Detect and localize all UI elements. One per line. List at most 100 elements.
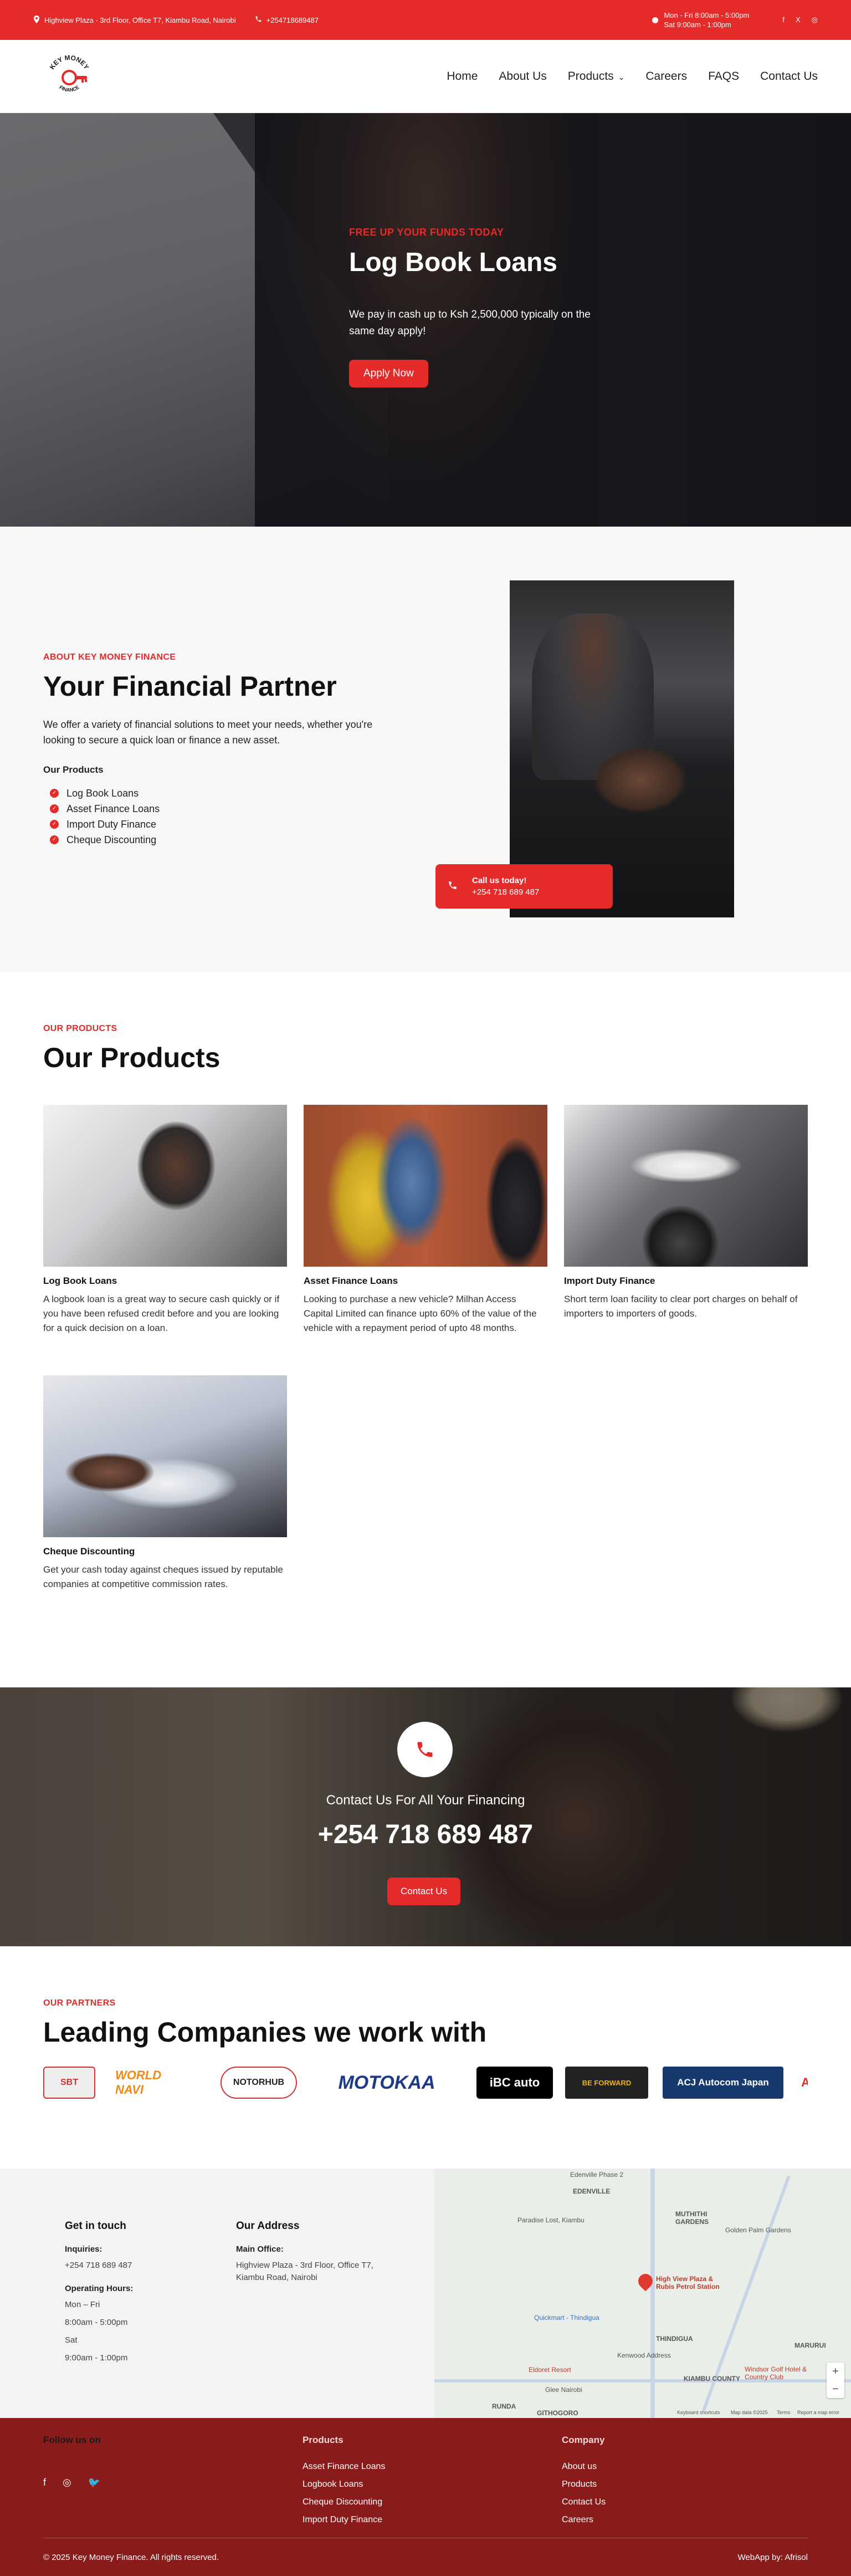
product-image-wheel	[642, 1205, 719, 1267]
footer-link[interactable]: Cheque Discounting	[303, 2493, 385, 2511]
apply-now-button[interactable]: Apply Now	[349, 360, 428, 387]
footer-link[interactable]: Products	[562, 2476, 606, 2493]
product-card-asset-finance[interactable]: Asset Finance Loans Looking to purchase …	[304, 1105, 547, 1335]
developer-credit[interactable]: WebApp by: Afrisol	[738, 2553, 808, 2562]
banner-phone[interactable]: +254 718 689 487	[0, 1819, 851, 1850]
footer-link[interactable]: Contact Us	[562, 2493, 606, 2511]
product-desc: Looking to purchase a new vehicle? Milha…	[304, 1294, 537, 1333]
nav-contact-us[interactable]: Contact Us	[760, 70, 818, 83]
map-label: Golden Palm Gardens	[725, 2226, 791, 2234]
about-products-list: ✓ Log Book Loans ✓ Asset Finance Loans ✓ Im…	[43, 785, 398, 848]
footer-company-title: Company	[562, 2435, 605, 2445]
product-card-cheque-discounting[interactable]: Cheque Discounting Get your cash today a…	[43, 1375, 287, 1591]
footer-social: f ◎ 🐦	[43, 2477, 101, 2488]
call-card-title: Call us today!	[472, 876, 527, 885]
instagram-icon[interactable]: ◎	[63, 2477, 71, 2488]
product-desc: A logbook loan is a great way to secure …	[43, 1294, 280, 1333]
footer-link[interactable]: Asset Finance Loans	[303, 2458, 385, 2476]
twitter-icon[interactable]: 🐦	[88, 2477, 100, 2488]
footer-link[interactable]: Logbook Loans	[303, 2476, 385, 2493]
footer-link[interactable]: Import Duty Finance	[303, 2511, 385, 2529]
map-attribution: Map data ©2025	[731, 2410, 768, 2415]
hours-label: Operating Hours:	[65, 2284, 134, 2293]
hero-content: FREE UP YOUR FUNDS TODAY Log Book Loans …	[349, 227, 604, 387]
facebook-icon[interactable]: f	[782, 16, 785, 24]
about-title: Your Financial Partner	[43, 671, 337, 702]
partner-logo: MOTOKAA	[338, 2072, 435, 2093]
map-attribution[interactable]: Terms	[777, 2410, 791, 2415]
topbar-phone[interactable]: +254718689487	[255, 16, 319, 24]
brand-logo[interactable]: KEY MONEY FINANCE	[42, 49, 97, 104]
partner-logo: NOTORHUB	[221, 2067, 297, 2099]
product-name: Import Duty Finance	[564, 1276, 655, 1286]
partner-logo: ACJ Autocom Japan	[663, 2067, 783, 2099]
zoom-out-icon[interactable]: −	[827, 2380, 844, 2398]
address-title: Our Address	[236, 2220, 300, 2232]
map-label: Quickmart - Thindigua	[534, 2314, 599, 2322]
nav-products[interactable]: Products ⌄	[568, 70, 625, 83]
banner-text: Contact Us For All Your Financing	[326, 1793, 525, 1808]
contact-us-button[interactable]: Contact Us	[387, 1878, 461, 1905]
check-icon: ✓	[50, 820, 59, 829]
footer-follow: Follow us on f ◎ 🐦	[43, 2435, 101, 2488]
map-label: Paradise Lost, Kiambu	[517, 2216, 585, 2224]
footer-address: Our Address Main Office: Highview Plaza …	[236, 2220, 397, 2284]
map-label: Eldoret Resort	[529, 2366, 571, 2374]
location-map[interactable]: Edenville Phase 2 EDENVILLE MUTHITHI GAR…	[434, 2169, 851, 2418]
products-section: OUR PRODUCTS Our Products Log Book Loans…	[0, 972, 851, 1687]
product-image-hands	[65, 1453, 154, 1492]
phone-icon	[397, 1722, 453, 1777]
partners-kicker: OUR PARTNERS	[43, 1998, 116, 2008]
x-twitter-icon[interactable]: X	[796, 16, 801, 24]
list-item-label: Asset Finance Loans	[66, 803, 160, 814]
footer-get-in-touch: Get in touch Inquiries: +254 718 689 487…	[65, 2220, 133, 2364]
topbar-address: Highview Plaza - 3rd Floor, Office T7, K…	[33, 15, 236, 25]
product-image-import-duty	[564, 1105, 808, 1267]
top-bar: Highview Plaza - 3rd Floor, Office T7, K…	[0, 0, 851, 40]
call-card-phone: +254 718 689 487	[472, 887, 540, 897]
zoom-in-icon[interactable]: +	[827, 2363, 844, 2380]
product-card-logbook[interactable]: Log Book Loans A logbook loan is a great…	[43, 1105, 287, 1335]
partner-logo: iBC auto	[476, 2067, 553, 2099]
map-zoom-controls[interactable]: + −	[827, 2363, 844, 2398]
topbar-social: f X ◎	[782, 16, 818, 24]
map-label: MUTHITHI GARDENS	[675, 2210, 709, 2226]
product-image-figure	[137, 1121, 215, 1210]
call-us-card[interactable]: Call us today! +254 718 689 487	[435, 864, 613, 909]
inquiries-value[interactable]: +254 718 689 487	[65, 2259, 133, 2272]
nav-products-label: Products	[567, 70, 614, 83]
instagram-icon[interactable]: ◎	[812, 16, 818, 24]
nav-faqs[interactable]: FAQS	[708, 70, 739, 83]
product-card-import-duty[interactable]: Import Duty Finance Short term loan faci…	[564, 1105, 808, 1321]
partner-logo-partial: A	[801, 2075, 808, 2089]
footer-company: Company About us Products Contact Us Car…	[562, 2435, 606, 2529]
office-value: Highview Plaza - 3rd Floor, Office T7, K…	[236, 2261, 373, 2282]
nav-about-us[interactable]: About Us	[499, 70, 546, 83]
partner-logo: BE FORWARD	[565, 2067, 648, 2099]
partners-section: OUR PARTNERS Leading Companies we work w…	[0, 1946, 851, 2169]
about-section: ABOUT KEY MONEY FINANCE Your Financial P…	[0, 527, 851, 972]
site-header: KEY MONEY FINANCE Home About Us Products…	[0, 40, 851, 113]
product-name: Log Book Loans	[43, 1276, 117, 1286]
about-content: ABOUT KEY MONEY FINANCE Your Financial P…	[43, 652, 398, 848]
map-attribution[interactable]: Report a map error	[797, 2410, 839, 2415]
nav-careers[interactable]: Careers	[645, 70, 687, 83]
footer-link[interactable]: Careers	[562, 2511, 606, 2529]
topbar-address-text: Highview Plaza - 3rd Floor, Office T7, K…	[44, 16, 236, 24]
map-label: THINDIGUA	[656, 2335, 693, 2343]
partner-logos: SBT WORLD NAVI NOTORHUB MOTOKAA iBC auto…	[43, 2063, 808, 2102]
topbar-hours-saturday: Sat 9:00am - 1:00pm	[664, 21, 731, 29]
product-image-asset-finance	[304, 1105, 547, 1267]
nav-home[interactable]: Home	[447, 70, 478, 83]
svg-text:FINANCE: FINANCE	[58, 84, 80, 93]
check-icon: ✓	[50, 804, 59, 813]
hours-days-saturday: Sat	[65, 2335, 78, 2345]
hours-time-weekday: 8:00am - 5:00pm	[65, 2318, 128, 2327]
footer-link[interactable]: About us	[562, 2458, 606, 2476]
products-title: Our Products	[43, 1042, 221, 1073]
map-label: EDENVILLE	[573, 2187, 611, 2195]
facebook-icon[interactable]: f	[43, 2477, 46, 2488]
map-attribution[interactable]: Keyboard shortcuts	[677, 2410, 720, 2415]
phone-icon	[448, 880, 458, 893]
footer-products: Products Asset Finance Loans Logbook Loa…	[303, 2435, 385, 2529]
